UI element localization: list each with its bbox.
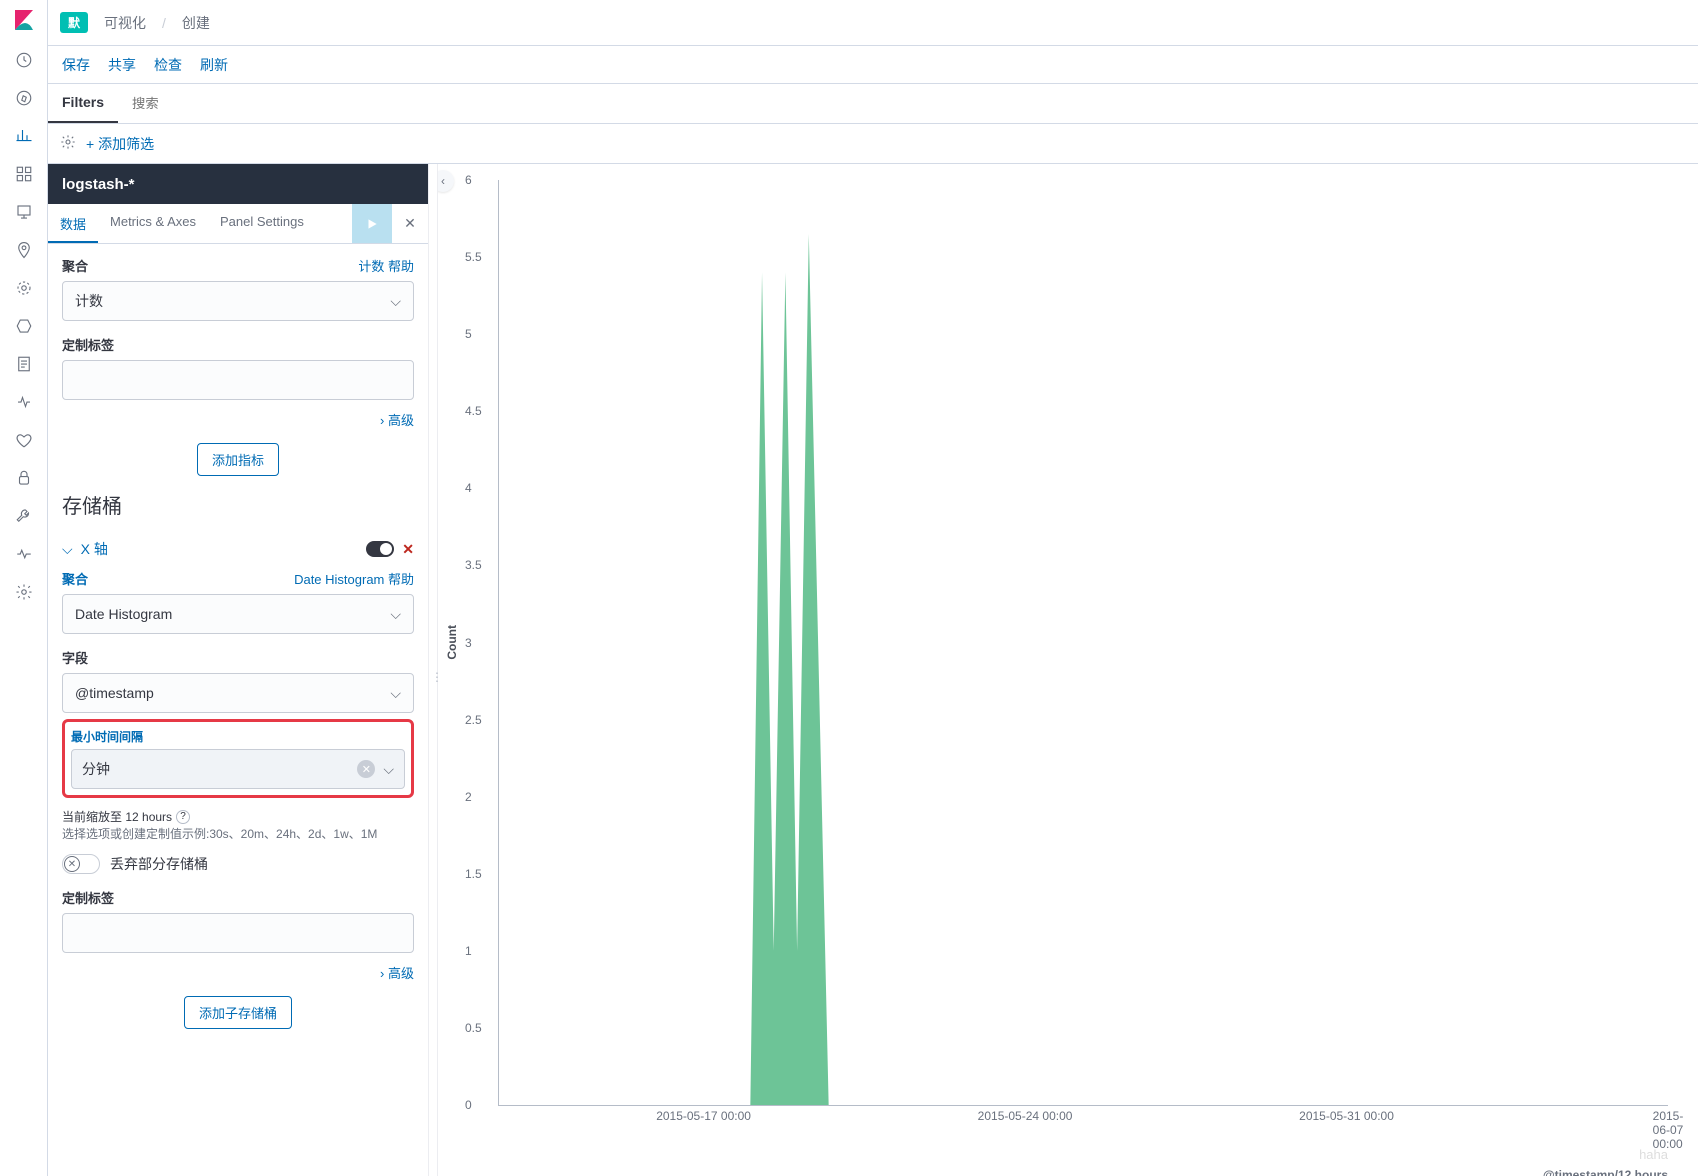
- monitoring-icon[interactable]: [14, 544, 34, 564]
- y-tick: 1: [465, 944, 472, 958]
- bucket-agg-select[interactable]: Date Histogram ⌵: [62, 594, 414, 634]
- y-tick: 2: [465, 790, 472, 804]
- clear-icon[interactable]: ✕: [357, 760, 375, 778]
- interval-highlight: 最小时间间隔 分钟 ✕ ⌵: [62, 719, 414, 798]
- agg-label: 聚合: [62, 256, 88, 275]
- y-axis-label: Count: [445, 625, 459, 660]
- y-tick: 5.5: [465, 250, 482, 264]
- refresh-link[interactable]: 刷新: [200, 55, 228, 75]
- ml-icon[interactable]: [14, 278, 34, 298]
- bucket-delete-icon[interactable]: ✕: [402, 541, 414, 558]
- tab-panel-settings[interactable]: Panel Settings: [208, 204, 316, 243]
- inspect-link[interactable]: 检查: [154, 55, 182, 75]
- tab-metrics-axes[interactable]: Metrics & Axes: [98, 204, 208, 243]
- share-link[interactable]: 共享: [108, 55, 136, 75]
- uptime-icon[interactable]: [14, 430, 34, 450]
- config-panel: logstash-* ‹ 数据 Metrics & Axes Panel Set…: [48, 164, 428, 1176]
- y-tick: 4: [465, 481, 472, 495]
- space-pill[interactable]: 默: [60, 12, 88, 33]
- y-tick: 0: [465, 1098, 472, 1112]
- security-icon[interactable]: [14, 468, 34, 488]
- chevron-down-icon: ⌵: [383, 761, 394, 778]
- bucket-custom-label-label: 定制标签: [62, 888, 114, 907]
- maps-icon[interactable]: [14, 240, 34, 260]
- bucket-custom-label-input[interactable]: [62, 913, 414, 953]
- agg-help-link[interactable]: 计数 帮助: [358, 256, 414, 275]
- crumb-create: 创建: [182, 13, 210, 33]
- bucket-agg-label: 聚合: [62, 569, 88, 588]
- chevron-down-icon: ⌵: [390, 606, 401, 623]
- search-input[interactable]: [118, 84, 1698, 123]
- y-tick: 4.5: [465, 404, 482, 418]
- apm-icon[interactable]: [14, 392, 34, 412]
- help-icon[interactable]: ?: [176, 810, 190, 824]
- top-actions: 保存 共享 检查 刷新: [48, 46, 1698, 84]
- bucket-advanced-toggle[interactable]: › 高级: [62, 963, 414, 982]
- chevron-down-icon: ⌵: [390, 685, 401, 702]
- panel-tabs: 数据 Metrics & Axes Panel Settings ✕: [48, 204, 428, 244]
- resize-handle[interactable]: ⋮: [428, 164, 438, 1176]
- advanced-toggle[interactable]: › 高级: [62, 410, 414, 429]
- drop-partial-toggle[interactable]: ✕: [62, 854, 100, 874]
- bucket-agg-help-link[interactable]: Date Histogram 帮助: [294, 569, 414, 588]
- y-tick: 1.5: [465, 867, 482, 881]
- zoom-hint: 当前缩放至 12 hours ? 选择选项或创建定制值示例:30s、20m、24…: [62, 808, 414, 842]
- nav-rail: [0, 0, 48, 1176]
- chart-area: Count 00.511.522.533.544.555.56 2015-05-…: [438, 164, 1698, 1176]
- discover-icon[interactable]: [14, 88, 34, 108]
- drop-partial-label: 丢弃部分存储桶: [110, 854, 208, 874]
- y-tick: 6: [465, 173, 472, 187]
- dev-tools-icon[interactable]: [14, 506, 34, 526]
- y-tick: 2.5: [465, 713, 482, 727]
- visualize-icon[interactable]: [14, 126, 34, 146]
- bucket-enable-toggle[interactable]: [366, 541, 394, 557]
- custom-label-input[interactable]: [62, 360, 414, 400]
- buckets-heading: 存储桶: [62, 490, 414, 519]
- y-tick: 3.5: [465, 558, 482, 572]
- add-sub-bucket-button[interactable]: 添加子存储桶: [184, 996, 292, 1029]
- bucket-chevron-icon[interactable]: ⌵: [62, 541, 73, 558]
- filter-search-tabs: Filters: [48, 84, 1698, 124]
- x-tick: 2015-05-24 00:00: [978, 1109, 1073, 1123]
- x-tick: 2015-06-07 00:00: [1653, 1109, 1684, 1151]
- apply-button[interactable]: [352, 204, 392, 243]
- interval-label: 最小时间间隔: [71, 728, 405, 745]
- recent-icon[interactable]: [14, 50, 34, 70]
- breadcrumb: 默 可视化 / 创建: [48, 0, 1698, 46]
- x-tick: 2015-05-31 00:00: [1299, 1109, 1394, 1123]
- field-label: 字段: [62, 648, 88, 667]
- add-filter-link[interactable]: + 添加筛选: [86, 134, 154, 154]
- filters-tab[interactable]: Filters: [48, 84, 118, 123]
- y-tick: 0.5: [465, 1021, 482, 1035]
- tab-data[interactable]: 数据: [48, 204, 98, 243]
- agg-select[interactable]: 计数 ⌵: [62, 281, 414, 321]
- infra-icon[interactable]: [14, 316, 34, 336]
- crumb-visualize[interactable]: 可视化: [104, 13, 146, 33]
- x-tick: 2015-05-17 00:00: [656, 1109, 751, 1123]
- x-axis-label: @timestamp/12 hours: [1543, 1168, 1668, 1176]
- logs-icon[interactable]: [14, 354, 34, 374]
- interval-select[interactable]: 分钟 ✕ ⌵: [71, 749, 405, 789]
- kibana-logo[interactable]: [12, 8, 36, 32]
- index-title: logstash-*: [48, 164, 428, 204]
- save-link[interactable]: 保存: [62, 55, 90, 75]
- canvas-icon[interactable]: [14, 202, 34, 222]
- chevron-down-icon: ⌵: [390, 293, 401, 310]
- dashboard-icon[interactable]: [14, 164, 34, 184]
- y-tick: 3: [465, 636, 472, 650]
- bucket-xaxis[interactable]: X 轴: [81, 539, 359, 559]
- add-filter-row: + 添加筛选: [48, 124, 1698, 164]
- plot[interactable]: 00.511.522.533.544.555.56 2015-05-17 00:…: [498, 180, 1668, 1106]
- management-icon[interactable]: [14, 582, 34, 602]
- add-metric-button[interactable]: 添加指标: [197, 443, 279, 476]
- field-select[interactable]: @timestamp ⌵: [62, 673, 414, 713]
- watermark: haha: [1639, 1147, 1668, 1162]
- custom-label-label: 定制标签: [62, 335, 114, 354]
- y-tick: 5: [465, 327, 472, 341]
- discard-button[interactable]: ✕: [392, 204, 428, 243]
- filter-settings-icon[interactable]: [60, 134, 76, 153]
